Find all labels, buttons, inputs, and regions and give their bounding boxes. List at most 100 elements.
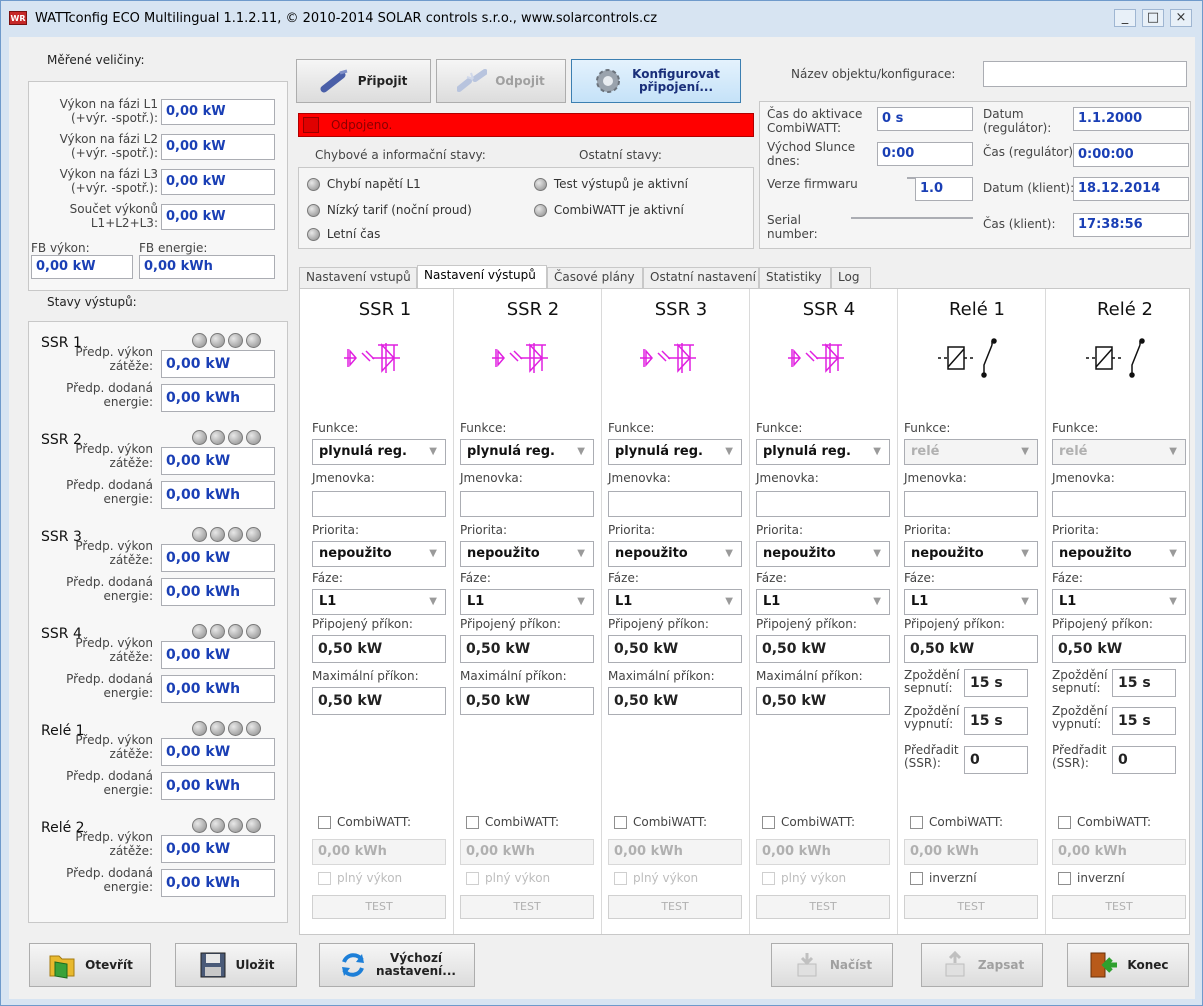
inverse-checkbox[interactable]: inverzní — [910, 871, 977, 885]
combiwatt-checkbox[interactable]: CombiWATT: — [762, 815, 855, 829]
function-select[interactable]: plynulá reg. ▼ — [460, 439, 594, 465]
combiwatt-checkbox[interactable]: CombiWATT: — [1058, 815, 1151, 829]
serial-label: Serial number: — [767, 213, 818, 241]
inverse-checkbox[interactable]: inverzní — [1058, 871, 1125, 885]
name-input[interactable] — [904, 491, 1038, 517]
open-button[interactable]: Otevřít — [29, 943, 151, 987]
defaults-button[interactable]: Výchozí nastavení... — [319, 943, 475, 987]
priority-select[interactable]: nepoužito ▼ — [460, 541, 594, 567]
name-input[interactable] — [1052, 491, 1186, 517]
priority-select[interactable]: nepoužito ▼ — [1052, 541, 1186, 567]
load-button[interactable]: Načíst — [771, 943, 893, 987]
connect-button[interactable]: Připojit — [296, 59, 431, 103]
phase-select[interactable]: L1 ▼ — [1052, 589, 1186, 615]
name-input[interactable] — [756, 491, 890, 517]
title-bar[interactable]: WR WATTconfig ECO Multilingual 1.1.2.11,… — [1, 1, 1202, 37]
delay-on-input[interactable]: 15 s — [1112, 669, 1176, 697]
phase-select[interactable]: L1 ▼ — [312, 589, 446, 615]
funkce-label: Funkce: — [460, 421, 507, 435]
priority-select[interactable]: nepoužito ▼ — [608, 541, 742, 567]
connected-power-input[interactable]: 0,50 kW — [608, 635, 742, 663]
prikon-label: Připojený příkon: — [904, 617, 1005, 631]
phase-select[interactable]: L1 ▼ — [904, 589, 1038, 615]
connected-power-input[interactable]: 0,50 kW — [756, 635, 890, 663]
max-power-input[interactable]: 0,50 kW — [460, 687, 594, 715]
output-led-icon — [246, 721, 261, 736]
name-input[interactable] — [460, 491, 594, 517]
save-button[interactable]: Uložit — [175, 943, 297, 987]
output-energy-label: Předp. dodaná energie: — [66, 769, 153, 797]
exit-button[interactable]: Konec — [1067, 943, 1189, 987]
test-button[interactable]: TEST — [312, 895, 446, 919]
output-led-icon — [228, 818, 243, 833]
priority-select[interactable]: nepoužito ▼ — [756, 541, 890, 567]
test-button[interactable]: TEST — [904, 895, 1038, 919]
combiwatt-checkbox[interactable]: CombiWATT: — [318, 815, 411, 829]
tab-inputs[interactable]: Nastavení vstupů — [299, 267, 417, 288]
checkbox-box — [1058, 872, 1071, 885]
output-led-icon — [246, 430, 261, 445]
full-power-checkbox[interactable]: plný výkon — [466, 871, 550, 885]
function-select[interactable]: relé ▼ — [1052, 439, 1186, 465]
close-button[interactable]: × — [1170, 9, 1192, 27]
combiwatt-checkbox[interactable]: CombiWATT: — [614, 815, 707, 829]
max-power-input[interactable]: 0,50 kW — [608, 687, 742, 715]
function-select[interactable]: plynulá reg. ▼ — [312, 439, 446, 465]
full-power-checkbox[interactable]: plný výkon — [318, 871, 402, 885]
prikon-label: Připojený příkon: — [608, 617, 709, 631]
phase-value: L1 — [319, 594, 337, 609]
function-value: plynulá reg. — [763, 444, 851, 459]
delay-off-input[interactable]: 15 s — [1112, 707, 1176, 735]
tab-schedules[interactable]: Časové plány — [547, 267, 643, 288]
function-select[interactable]: plynulá reg. ▼ — [608, 439, 742, 465]
connected-power-input[interactable]: 0,50 kW — [312, 635, 446, 663]
connected-power-input[interactable]: 0,50 kW — [904, 635, 1038, 663]
delay-off-input[interactable]: 15 s — [964, 707, 1028, 735]
chevron-down-icon: ▼ — [429, 446, 437, 457]
name-input[interactable] — [312, 491, 446, 517]
name-input[interactable] — [608, 491, 742, 517]
full-power-checkbox[interactable]: plný výkon — [614, 871, 698, 885]
max-power-input[interactable]: 0,50 kW — [312, 687, 446, 715]
configure-connection-button[interactable]: Konfigurovat připojení... — [571, 59, 741, 103]
disconnect-button[interactable]: Odpojit — [436, 59, 566, 103]
tab-statistics[interactable]: Statistiky — [759, 267, 831, 288]
full-power-checkbox[interactable]: plný výkon — [762, 871, 846, 885]
function-select[interactable]: plynulá reg. ▼ — [756, 439, 890, 465]
delay-off-label: Zpoždění vypnutí: — [904, 704, 960, 731]
status-text: Odpojeno. — [331, 118, 393, 132]
priority-select[interactable]: nepoužito ▼ — [904, 541, 1038, 567]
test-button[interactable]: TEST — [1052, 895, 1186, 919]
output-led-icon — [210, 527, 225, 542]
tab-outputs[interactable]: Nastavení výstupů — [417, 265, 547, 289]
measured-row-label: Výkon na fázi L1 (+výr. -spotř.): — [59, 97, 158, 125]
preradit-input[interactable]: 0 — [964, 746, 1028, 774]
phase-select[interactable]: L1 ▼ — [608, 589, 742, 615]
max-power-label: Maximální příkon: — [460, 669, 567, 683]
combiwatt-energy-value: 0,00 kWh — [1052, 839, 1186, 865]
output-led-icon — [192, 721, 207, 736]
output-load-label: Předp. výkon zátěže: — [75, 830, 153, 858]
delay-on-input[interactable]: 15 s — [964, 669, 1028, 697]
object-name-input[interactable] — [983, 61, 1187, 87]
function-select[interactable]: relé ▼ — [904, 439, 1038, 465]
maximize-button[interactable]: □ — [1142, 9, 1164, 27]
combiwatt-checkbox[interactable]: CombiWATT: — [466, 815, 559, 829]
phase-select[interactable]: L1 ▼ — [460, 589, 594, 615]
tab-log[interactable]: Log — [831, 267, 871, 288]
minimize-button[interactable]: _ — [1114, 9, 1136, 27]
combiwatt-checkbox[interactable]: CombiWATT: — [910, 815, 1003, 829]
connected-power-input[interactable]: 0,50 kW — [460, 635, 594, 663]
test-button[interactable]: TEST — [460, 895, 594, 919]
phase-select[interactable]: L1 ▼ — [756, 589, 890, 615]
relay-symbol-icon — [938, 338, 997, 378]
write-button[interactable]: Zapsat — [921, 943, 1043, 987]
priority-select[interactable]: nepoužito ▼ — [312, 541, 446, 567]
preradit-input[interactable]: 0 — [1112, 746, 1176, 774]
max-power-input[interactable]: 0,50 kW — [756, 687, 890, 715]
test-button[interactable]: TEST — [756, 895, 890, 919]
test-button[interactable]: TEST — [608, 895, 742, 919]
function-value: relé — [1059, 444, 1088, 459]
connected-power-input[interactable]: 0,50 kW — [1052, 635, 1186, 663]
tab-other-settings[interactable]: Ostatní nastavení — [643, 267, 759, 288]
